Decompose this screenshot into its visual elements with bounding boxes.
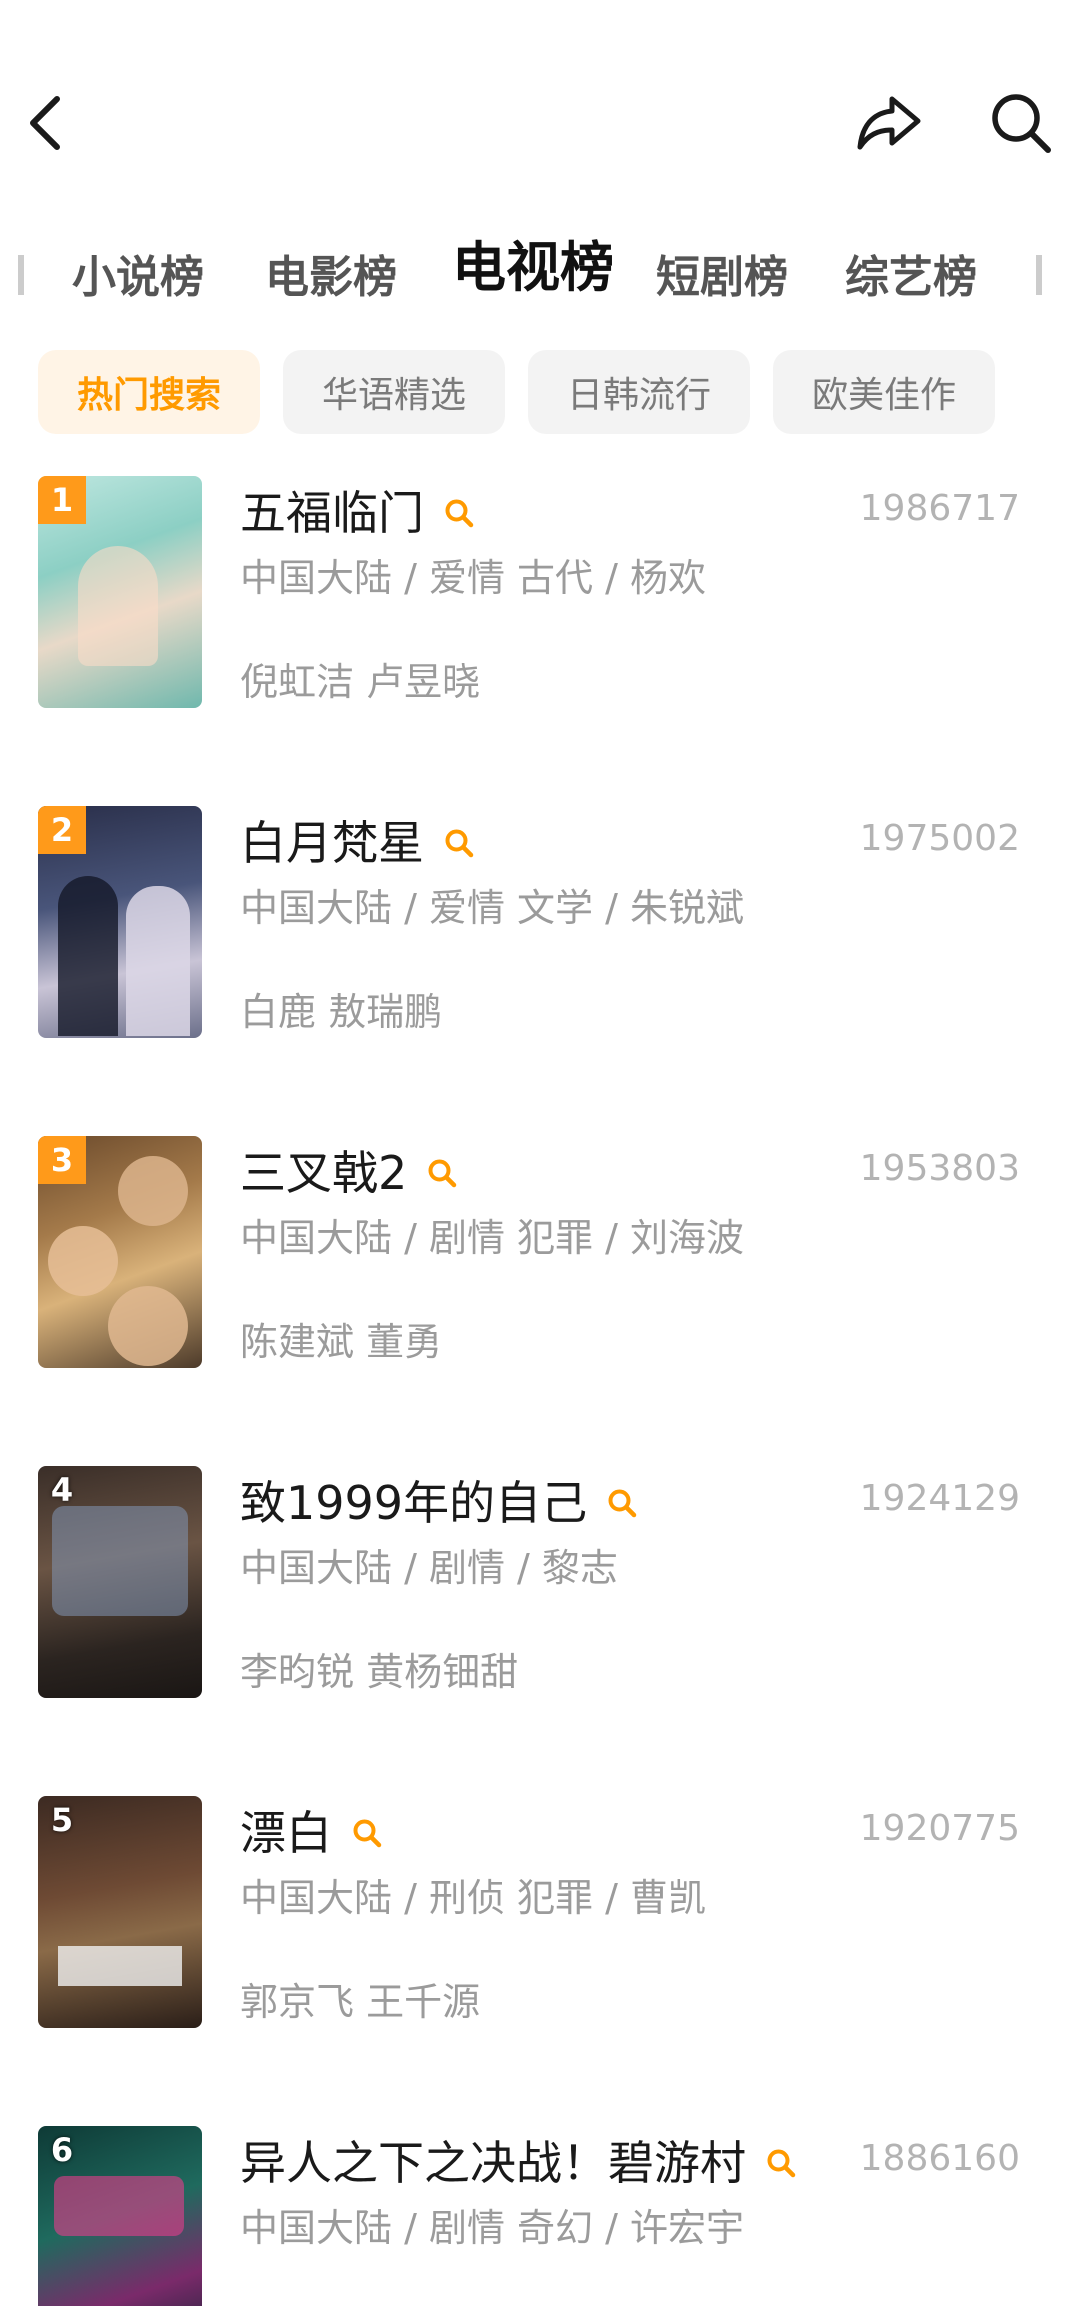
tv-ranking-page: 小说榜 电影榜 电视榜 短剧榜 综艺榜 热门搜索 华语精选 日韩流行 欧美佳作 …	[0, 0, 1080, 2306]
search-icon	[992, 94, 1051, 153]
item-title: 漂白	[240, 1806, 332, 1860]
poster-image: 6	[38, 2126, 202, 2306]
chip-hot-search[interactable]: 热门搜索	[38, 350, 260, 434]
search-icon[interactable]	[605, 1486, 639, 1520]
search-count: 1986717	[859, 488, 1020, 529]
status-bar	[0, 0, 1080, 20]
search-button[interactable]	[976, 78, 1066, 168]
item-title: 致1999年的自己	[240, 1476, 588, 1530]
list-item[interactable]: 4 致1999年的自己 1924129 中国大陆 / 剧情 / 黎志 李昀锐 黄…	[0, 1460, 1080, 1700]
chip-western-works[interactable]: 欧美佳作	[773, 350, 995, 434]
rank-badge: 2	[38, 806, 86, 854]
item-cast: 李昀锐 黄杨钿甜	[240, 1650, 519, 1694]
chip-chinese-picks[interactable]: 华语精选	[283, 350, 505, 434]
item-meta: 中国大陆 / 剧情 / 黎志	[240, 1546, 618, 1590]
item-title: 白月梵星	[240, 816, 424, 870]
list-item[interactable]: 3 三叉戟2 1953803 中国大陆 / 剧情 犯罪 / 刘海波 陈建斌 董勇	[0, 1130, 1080, 1370]
item-meta: 中国大陆 / 剧情 犯罪 / 刘海波	[240, 1216, 745, 1260]
rank-badge: 5	[50, 1801, 74, 1839]
search-count: 1920775	[859, 1808, 1020, 1849]
poster-image: 2	[38, 806, 202, 1038]
back-button[interactable]	[0, 78, 90, 168]
search-count: 1886160	[859, 2138, 1020, 2179]
title-row: 三叉戟2	[240, 1138, 459, 1208]
search-count: 1924129	[859, 1478, 1020, 1519]
share-icon	[857, 96, 921, 150]
item-cast: 陈建斌 董勇	[240, 1320, 443, 1364]
tab-variety[interactable]: 综艺榜	[845, 248, 977, 308]
poster-image: 1	[38, 476, 202, 708]
search-icon[interactable]	[350, 1816, 384, 1850]
search-icon[interactable]	[425, 1156, 459, 1190]
search-count: 1975002	[859, 818, 1020, 859]
rank-badge: 3	[38, 1136, 86, 1184]
chevron-left-icon	[30, 96, 60, 150]
list-item[interactable]: 1 五福临门 1986717 中国大陆 / 爱情 古代 / 杨欢 倪虹洁 卢昱晓	[0, 470, 1080, 710]
item-cast: 倪虹洁 卢昱晓	[240, 660, 481, 704]
title-row: 致1999年的自己	[240, 1468, 639, 1538]
scroll-edge-right	[1036, 255, 1042, 295]
item-title: 三叉戟2	[240, 1146, 408, 1200]
rank-badge: 4	[50, 1471, 74, 1509]
search-icon[interactable]	[764, 2146, 798, 2180]
item-title: 异人之下之决战！碧游村	[240, 2136, 746, 2190]
item-meta: 中国大陆 / 爱情 古代 / 杨欢	[240, 556, 707, 600]
search-count: 1953803	[859, 1148, 1020, 1189]
chip-jp-kr-popular[interactable]: 日韩流行	[528, 350, 750, 434]
title-row: 异人之下之决战！碧游村	[240, 2128, 798, 2198]
share-button[interactable]	[844, 78, 934, 168]
top-bar	[0, 70, 1080, 180]
scroll-edge-left	[18, 255, 24, 295]
item-meta: 中国大陆 / 刑侦 犯罪 / 曹凯	[240, 1876, 707, 1920]
category-tabs: 小说榜 电影榜 电视榜 短剧榜 综艺榜	[0, 230, 1080, 320]
poster-image: 3	[38, 1136, 202, 1368]
rank-badge: 6	[50, 2131, 74, 2169]
poster-image: 4	[38, 1466, 202, 1698]
item-meta: 中国大陆 / 剧情 奇幻 / 许宏宇	[240, 2206, 745, 2250]
title-row: 白月梵星	[240, 808, 476, 878]
rank-badge: 1	[38, 476, 86, 524]
item-title: 五福临门	[240, 486, 424, 540]
tab-tv[interactable]: 电视榜	[452, 238, 614, 298]
item-meta: 中国大陆 / 爱情 文学 / 朱锐斌	[240, 886, 745, 930]
title-row: 五福临门	[240, 478, 476, 548]
list-item[interactable]: 6 异人之下之决战！碧游村 1886160 中国大陆 / 剧情 奇幻 / 许宏宇	[0, 2120, 1080, 2306]
search-icon[interactable]	[442, 826, 476, 860]
item-cast: 郭京飞 王千源	[240, 1980, 481, 2024]
list-item[interactable]: 2 白月梵星 1975002 中国大陆 / 爱情 文学 / 朱锐斌 白鹿 敖瑞鹏	[0, 800, 1080, 1040]
list-item[interactable]: 5 漂白 1920775 中国大陆 / 刑侦 犯罪 / 曹凯 郭京飞 王千源	[0, 1790, 1080, 2030]
tab-short-drama[interactable]: 短剧榜	[656, 248, 788, 308]
item-cast: 白鹿 敖瑞鹏	[240, 990, 443, 1034]
title-row: 漂白	[240, 1798, 384, 1868]
tab-movie[interactable]: 电影榜	[265, 248, 397, 308]
search-icon[interactable]	[442, 496, 476, 530]
filter-chips: 热门搜索 华语精选 日韩流行 欧美佳作	[0, 350, 1080, 440]
tab-novel[interactable]: 小说榜	[72, 248, 204, 308]
poster-image: 5	[38, 1796, 202, 2028]
